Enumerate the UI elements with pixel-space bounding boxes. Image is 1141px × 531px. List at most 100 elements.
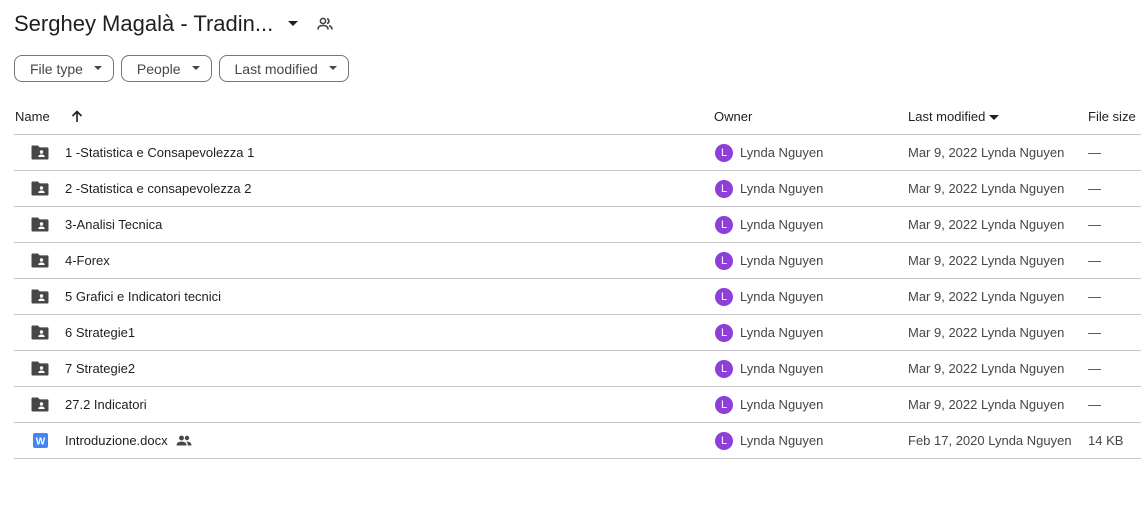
owner: L Lynda Nguyen	[715, 315, 823, 350]
file-size: —	[1088, 289, 1101, 304]
owner-name: Lynda Nguyen	[740, 181, 824, 196]
file-name: 6 Strategie1	[65, 315, 135, 350]
file-name: 3-Analisi Tecnica	[65, 207, 162, 242]
shared-people-icon	[176, 435, 192, 446]
last-modified-filter[interactable]: Last modified	[218, 55, 349, 82]
owner-name: Lynda Nguyen	[740, 433, 824, 448]
file-name-text: 7 Strategie2	[65, 361, 136, 376]
file-name-text: Introduzione.docx	[65, 433, 168, 448]
owner-name: Lynda Nguyen	[740, 361, 824, 376]
table-row[interactable]: 4-Forex L Lynda Nguyen Mar 9, 2022 Lynda…	[14, 243, 1141, 279]
column-header-file-size[interactable]: File size	[1088, 98, 1136, 134]
filter-label: File type	[30, 60, 83, 77]
file-size: —	[1088, 217, 1101, 232]
arrow-drop-down-icon	[328, 64, 338, 74]
file-name: 7 Strategie2	[65, 351, 135, 386]
sort-arrow-up-icon[interactable]	[69, 108, 85, 124]
last-modified: Mar 9, 2022 Lynda Nguyen	[908, 181, 1065, 196]
people-outline-icon[interactable]	[315, 14, 335, 34]
file-name-text: 1 -Statistica e Consapevolezza 1	[65, 145, 255, 160]
column-header-last-modified[interactable]: Last modified	[908, 98, 1000, 134]
column-header-last-modified-label: Last modified	[908, 108, 986, 124]
shared-folder-icon	[30, 387, 50, 422]
shared-folder-icon	[30, 315, 50, 350]
owner-name: Lynda Nguyen	[740, 397, 824, 412]
last-modified: Mar 9, 2022 Lynda Nguyen	[908, 361, 1065, 376]
file-name-text: 2 -Statistica e consapevolezza 2	[65, 181, 252, 196]
table-row[interactable]: 7 Strategie2 L Lynda Nguyen Mar 9, 2022 …	[14, 351, 1141, 387]
owner: L Lynda Nguyen	[715, 351, 823, 386]
table-row[interactable]: 2 -Statistica e consapevolezza 2 L Lynda…	[14, 171, 1141, 207]
avatar: L	[715, 395, 733, 414]
last-modified: Mar 9, 2022 Lynda Nguyen	[908, 253, 1065, 268]
file-name: Introduzione.docx	[65, 423, 192, 458]
people-filter[interactable]: People	[120, 55, 212, 82]
shared-folder-icon	[30, 135, 50, 170]
file-name: 4-Forex	[65, 243, 110, 278]
owner: L Lynda Nguyen	[715, 423, 823, 458]
avatar: L	[715, 251, 733, 270]
owner-name: Lynda Nguyen	[740, 145, 824, 160]
last-modified: Mar 9, 2022 Lynda Nguyen	[908, 289, 1065, 304]
owner: L Lynda Nguyen	[715, 243, 823, 278]
table-row[interactable]: 5 Grafici e Indicatori tecnici L Lynda N…	[14, 279, 1141, 315]
file-type-filter[interactable]: File type	[14, 55, 114, 82]
arrow-drop-down-icon	[191, 64, 201, 74]
file-size: —	[1088, 181, 1101, 196]
file-rows: 1 -Statistica e Consapevolezza 1 L Lynda…	[14, 135, 1141, 459]
avatar: L	[715, 179, 733, 198]
arrow-drop-down-icon	[93, 64, 103, 74]
table-row[interactable]: W Introduzione.docx L Lynda Nguyen Feb 1…	[14, 423, 1141, 459]
file-name: 5 Grafici e Indicatori tecnici	[65, 279, 221, 314]
word-document-icon: W	[30, 423, 50, 458]
shared-folder-icon	[30, 243, 50, 278]
owner: L Lynda Nguyen	[715, 387, 823, 422]
last-modified: Mar 9, 2022 Lynda Nguyen	[908, 325, 1065, 340]
avatar: L	[715, 359, 733, 378]
last-modified: Mar 9, 2022 Lynda Nguyen	[908, 145, 1065, 160]
shared-folder-icon	[30, 279, 50, 314]
avatar: L	[715, 287, 733, 306]
owner-name: Lynda Nguyen	[740, 253, 824, 268]
table-row[interactable]: 3-Analisi Tecnica L Lynda Nguyen Mar 9, …	[14, 207, 1141, 243]
owner-name: Lynda Nguyen	[740, 325, 824, 340]
folder-title[interactable]: Serghey Magalà - Tradin...	[14, 11, 273, 37]
last-modified: Mar 9, 2022 Lynda Nguyen	[908, 397, 1065, 412]
file-list: Name Owner Last modified File size 1 -St…	[14, 98, 1141, 459]
table-row[interactable]: 1 -Statistica e Consapevolezza 1 L Lynda…	[14, 135, 1141, 171]
owner-name: Lynda Nguyen	[740, 217, 824, 232]
filter-bar: File type People Last modified	[14, 55, 349, 82]
shared-folder-icon	[30, 351, 50, 386]
shared-folder-icon	[30, 207, 50, 242]
arrow-drop-down-icon	[989, 109, 1000, 124]
owner: L Lynda Nguyen	[715, 279, 823, 314]
avatar: L	[715, 323, 733, 342]
file-name-text: 3-Analisi Tecnica	[65, 217, 163, 232]
file-size: —	[1088, 253, 1101, 268]
owner-name: Lynda Nguyen	[740, 289, 824, 304]
avatar: L	[715, 431, 733, 450]
owner: L Lynda Nguyen	[715, 207, 823, 242]
file-name-text: 6 Strategie1	[65, 325, 136, 340]
header: Serghey Magalà - Tradin...	[14, 8, 335, 40]
file-size: —	[1088, 361, 1101, 376]
last-modified: Mar 9, 2022 Lynda Nguyen	[908, 217, 1065, 232]
file-size: —	[1088, 145, 1101, 160]
column-header-owner[interactable]: Owner	[714, 98, 752, 134]
owner: L Lynda Nguyen	[715, 135, 823, 170]
filter-label: People	[136, 60, 181, 77]
file-name-text: 27.2 Indicatori	[65, 397, 147, 412]
table-row[interactable]: 27.2 Indicatori L Lynda Nguyen Mar 9, 20…	[14, 387, 1141, 423]
owner: L Lynda Nguyen	[715, 171, 823, 206]
table-row[interactable]: 6 Strategie1 L Lynda Nguyen Mar 9, 2022 …	[14, 315, 1141, 351]
table-header: Name Owner Last modified File size	[14, 98, 1141, 135]
file-name-text: 4-Forex	[65, 253, 110, 268]
file-size: —	[1088, 397, 1101, 412]
file-name: 27.2 Indicatori	[65, 387, 147, 422]
arrow-drop-down-icon[interactable]	[283, 14, 303, 34]
column-header-name[interactable]: Name	[15, 98, 50, 134]
file-name: 1 -Statistica e Consapevolezza 1	[65, 135, 254, 170]
file-name: 2 -Statistica e consapevolezza 2	[65, 171, 251, 206]
filter-label: Last modified	[234, 60, 318, 77]
avatar: L	[715, 143, 733, 162]
